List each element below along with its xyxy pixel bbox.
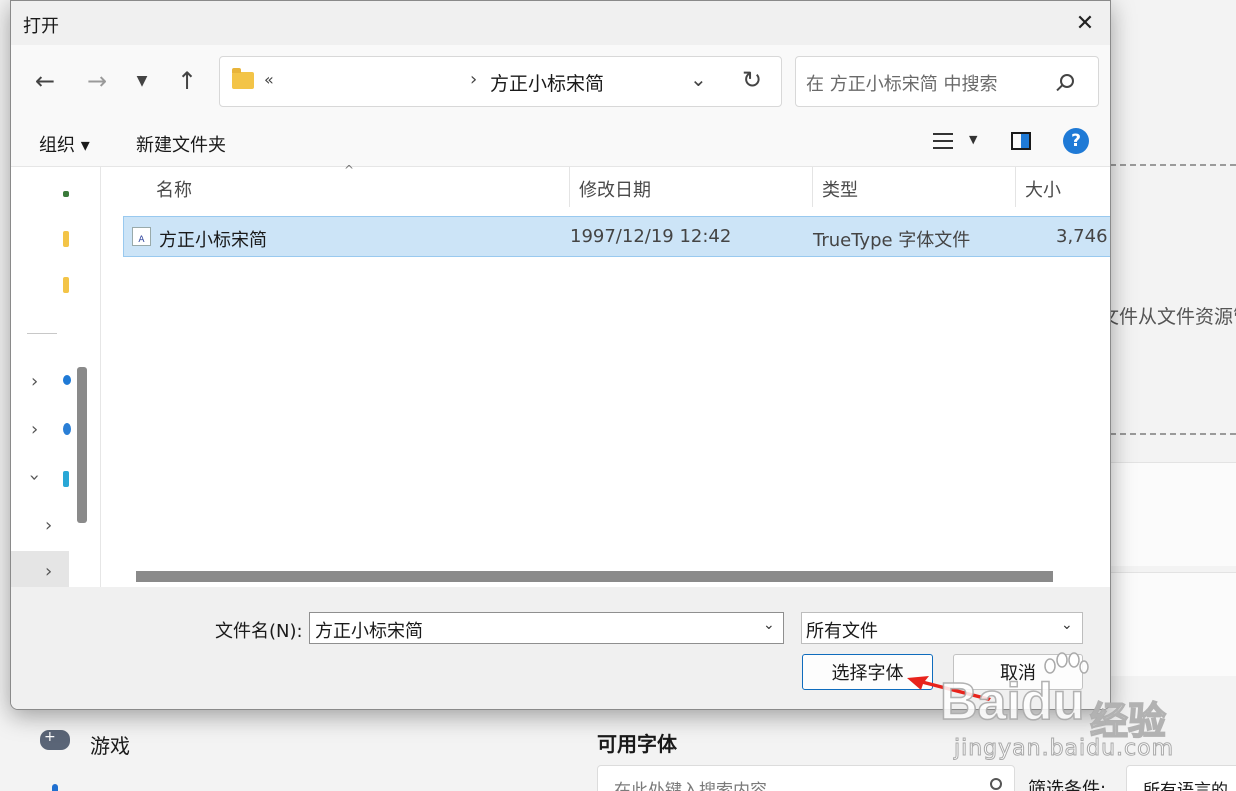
sort-ascending-icon: ^ bbox=[344, 163, 355, 177]
help-icon[interactable]: ? bbox=[1063, 128, 1089, 154]
filename-label: 文件名(N): bbox=[215, 621, 303, 642]
language-filter-select[interactable]: 所有语言的 bbox=[1126, 765, 1236, 791]
gamepad-icon bbox=[40, 729, 70, 750]
refresh-icon[interactable]: ↻ bbox=[742, 66, 762, 94]
organize-menu-button[interactable]: 组织 ▾ bbox=[39, 131, 90, 157]
drop-zone-text: 文件从文件资源管 bbox=[1100, 306, 1236, 328]
column-modified[interactable]: 修改日期 bbox=[579, 176, 651, 202]
table-row[interactable]: A 方正小标宋简 1997/12/19 12:42 TrueType 字体文件 … bbox=[123, 216, 1110, 257]
filename-input[interactable]: 方正小标宋简 bbox=[309, 612, 784, 644]
dialog-titlebar: 打开 ✕ bbox=[11, 1, 1110, 45]
folder-icon bbox=[63, 277, 69, 293]
view-options-caret-icon[interactable]: ▼ bbox=[969, 133, 977, 146]
dialog-title: 打开 bbox=[23, 16, 59, 37]
address-overflow[interactable]: « bbox=[264, 70, 274, 89]
column-type[interactable]: 类型 bbox=[822, 176, 858, 202]
filetype-select[interactable]: 所有文件 bbox=[801, 612, 1083, 644]
close-button[interactable]: ✕ bbox=[1060, 1, 1110, 45]
file-list: ^ 名称 修改日期 类型 大小 A 方正小标宋简 1997/12/19 12:4… bbox=[101, 163, 1110, 587]
navigation-bar: ← → ▼ ↑ « › 方正小标宋简 ⌄ ↻ 在 方正小标宋简 中搜索 bbox=[11, 45, 1110, 119]
font-file-icon: A bbox=[132, 227, 151, 246]
preview-pane-icon[interactable] bbox=[1011, 132, 1031, 150]
nav-pane-item[interactable] bbox=[11, 263, 95, 307]
drive-icon bbox=[63, 191, 69, 197]
horizontal-scrollbar[interactable] bbox=[136, 571, 1053, 582]
file-modified: 1997/12/19 12:42 bbox=[570, 226, 732, 247]
file-name: 方正小标宋简 bbox=[159, 230, 267, 251]
chevron-down-icon[interactable]: ⌄ bbox=[690, 67, 707, 91]
up-arrow-icon[interactable]: ↑ bbox=[171, 65, 203, 97]
search-icon[interactable] bbox=[1060, 74, 1074, 88]
column-size[interactable]: 大小 bbox=[1025, 176, 1061, 202]
column-name[interactable]: 名称 bbox=[156, 176, 192, 202]
available-fonts-title: 可用字体 bbox=[597, 732, 677, 756]
file-size: 3,746 I bbox=[1056, 226, 1110, 247]
column-divider[interactable] bbox=[569, 167, 570, 207]
nav-pane-item[interactable] bbox=[11, 171, 95, 215]
folder-icon bbox=[232, 68, 254, 89]
font-search-input[interactable]: 在此处键入搜索内容 bbox=[597, 765, 1015, 791]
chevron-right-icon[interactable]: › bbox=[45, 561, 52, 582]
watermark-url: jingyan.baidu.com bbox=[953, 736, 1175, 762]
address-path-segment[interactable]: 方正小标宋简 bbox=[490, 69, 604, 96]
drop-zone-bottom-border bbox=[1110, 433, 1236, 435]
chevron-right-icon[interactable]: › bbox=[31, 419, 38, 440]
nav-pane-item[interactable] bbox=[11, 217, 95, 261]
column-divider[interactable] bbox=[812, 167, 813, 207]
back-arrow-icon[interactable]: ← bbox=[29, 65, 61, 97]
chevron-down-icon[interactable]: › bbox=[24, 474, 45, 481]
drop-zone-top-border bbox=[1110, 164, 1236, 166]
onedrive-icon bbox=[63, 375, 71, 385]
watermark-logo: Baidu bbox=[939, 672, 1085, 732]
nav-pane-scrollbar[interactable] bbox=[77, 367, 87, 523]
navigation-pane: › › › › › bbox=[11, 167, 101, 595]
font-search-placeholder: 在此处键入搜索内容 bbox=[614, 781, 767, 791]
open-file-dialog: 打开 ✕ ← → ▼ ↑ « › 方正小标宋简 ⌄ ↻ 在 方正小标宋简 中搜索… bbox=[10, 0, 1111, 710]
view-list-icon[interactable] bbox=[933, 133, 953, 149]
search-icon bbox=[990, 778, 1002, 790]
nav-pane-divider bbox=[27, 333, 57, 334]
recent-locations-chevron-icon[interactable]: ▼ bbox=[126, 65, 158, 97]
chevron-right-icon[interactable]: › bbox=[470, 69, 477, 90]
filter-label: 筛选条件: bbox=[1028, 779, 1107, 791]
column-divider[interactable] bbox=[1015, 167, 1016, 207]
new-folder-button[interactable]: 新建文件夹 bbox=[136, 131, 226, 157]
nav-item-games[interactable]: 游戏 bbox=[90, 730, 130, 759]
forward-arrow-icon[interactable]: → bbox=[81, 65, 113, 97]
chevron-right-icon[interactable]: › bbox=[31, 371, 38, 392]
chevron-right-icon[interactable]: › bbox=[45, 515, 52, 536]
command-toolbar: 组织 ▾ 新建文件夹 ▼ ? bbox=[11, 119, 1110, 167]
language-filter-value: 所有语言的 bbox=[1143, 781, 1228, 791]
address-bar[interactable]: « › 方正小标宋简 ⌄ ↻ bbox=[219, 56, 782, 107]
user-icon bbox=[63, 423, 71, 435]
baidu-jingyan-watermark: Baidu 经验 jingyan.baidu.com bbox=[939, 652, 1230, 764]
chevron-down-icon[interactable]: ⌄ bbox=[1061, 617, 1073, 633]
settings-card bbox=[1110, 462, 1236, 566]
accessibility-icon bbox=[52, 784, 58, 791]
column-header-row: ^ 名称 修改日期 类型 大小 bbox=[101, 163, 1110, 207]
computer-icon bbox=[63, 471, 69, 487]
search-input[interactable]: 在 方正小标宋简 中搜索 bbox=[795, 56, 1099, 107]
folder-icon bbox=[63, 231, 69, 247]
chevron-down-icon[interactable]: ⌄ bbox=[763, 617, 775, 633]
file-type: TrueType 字体文件 bbox=[813, 230, 971, 251]
search-placeholder: 在 方正小标宋简 中搜索 bbox=[806, 74, 998, 95]
